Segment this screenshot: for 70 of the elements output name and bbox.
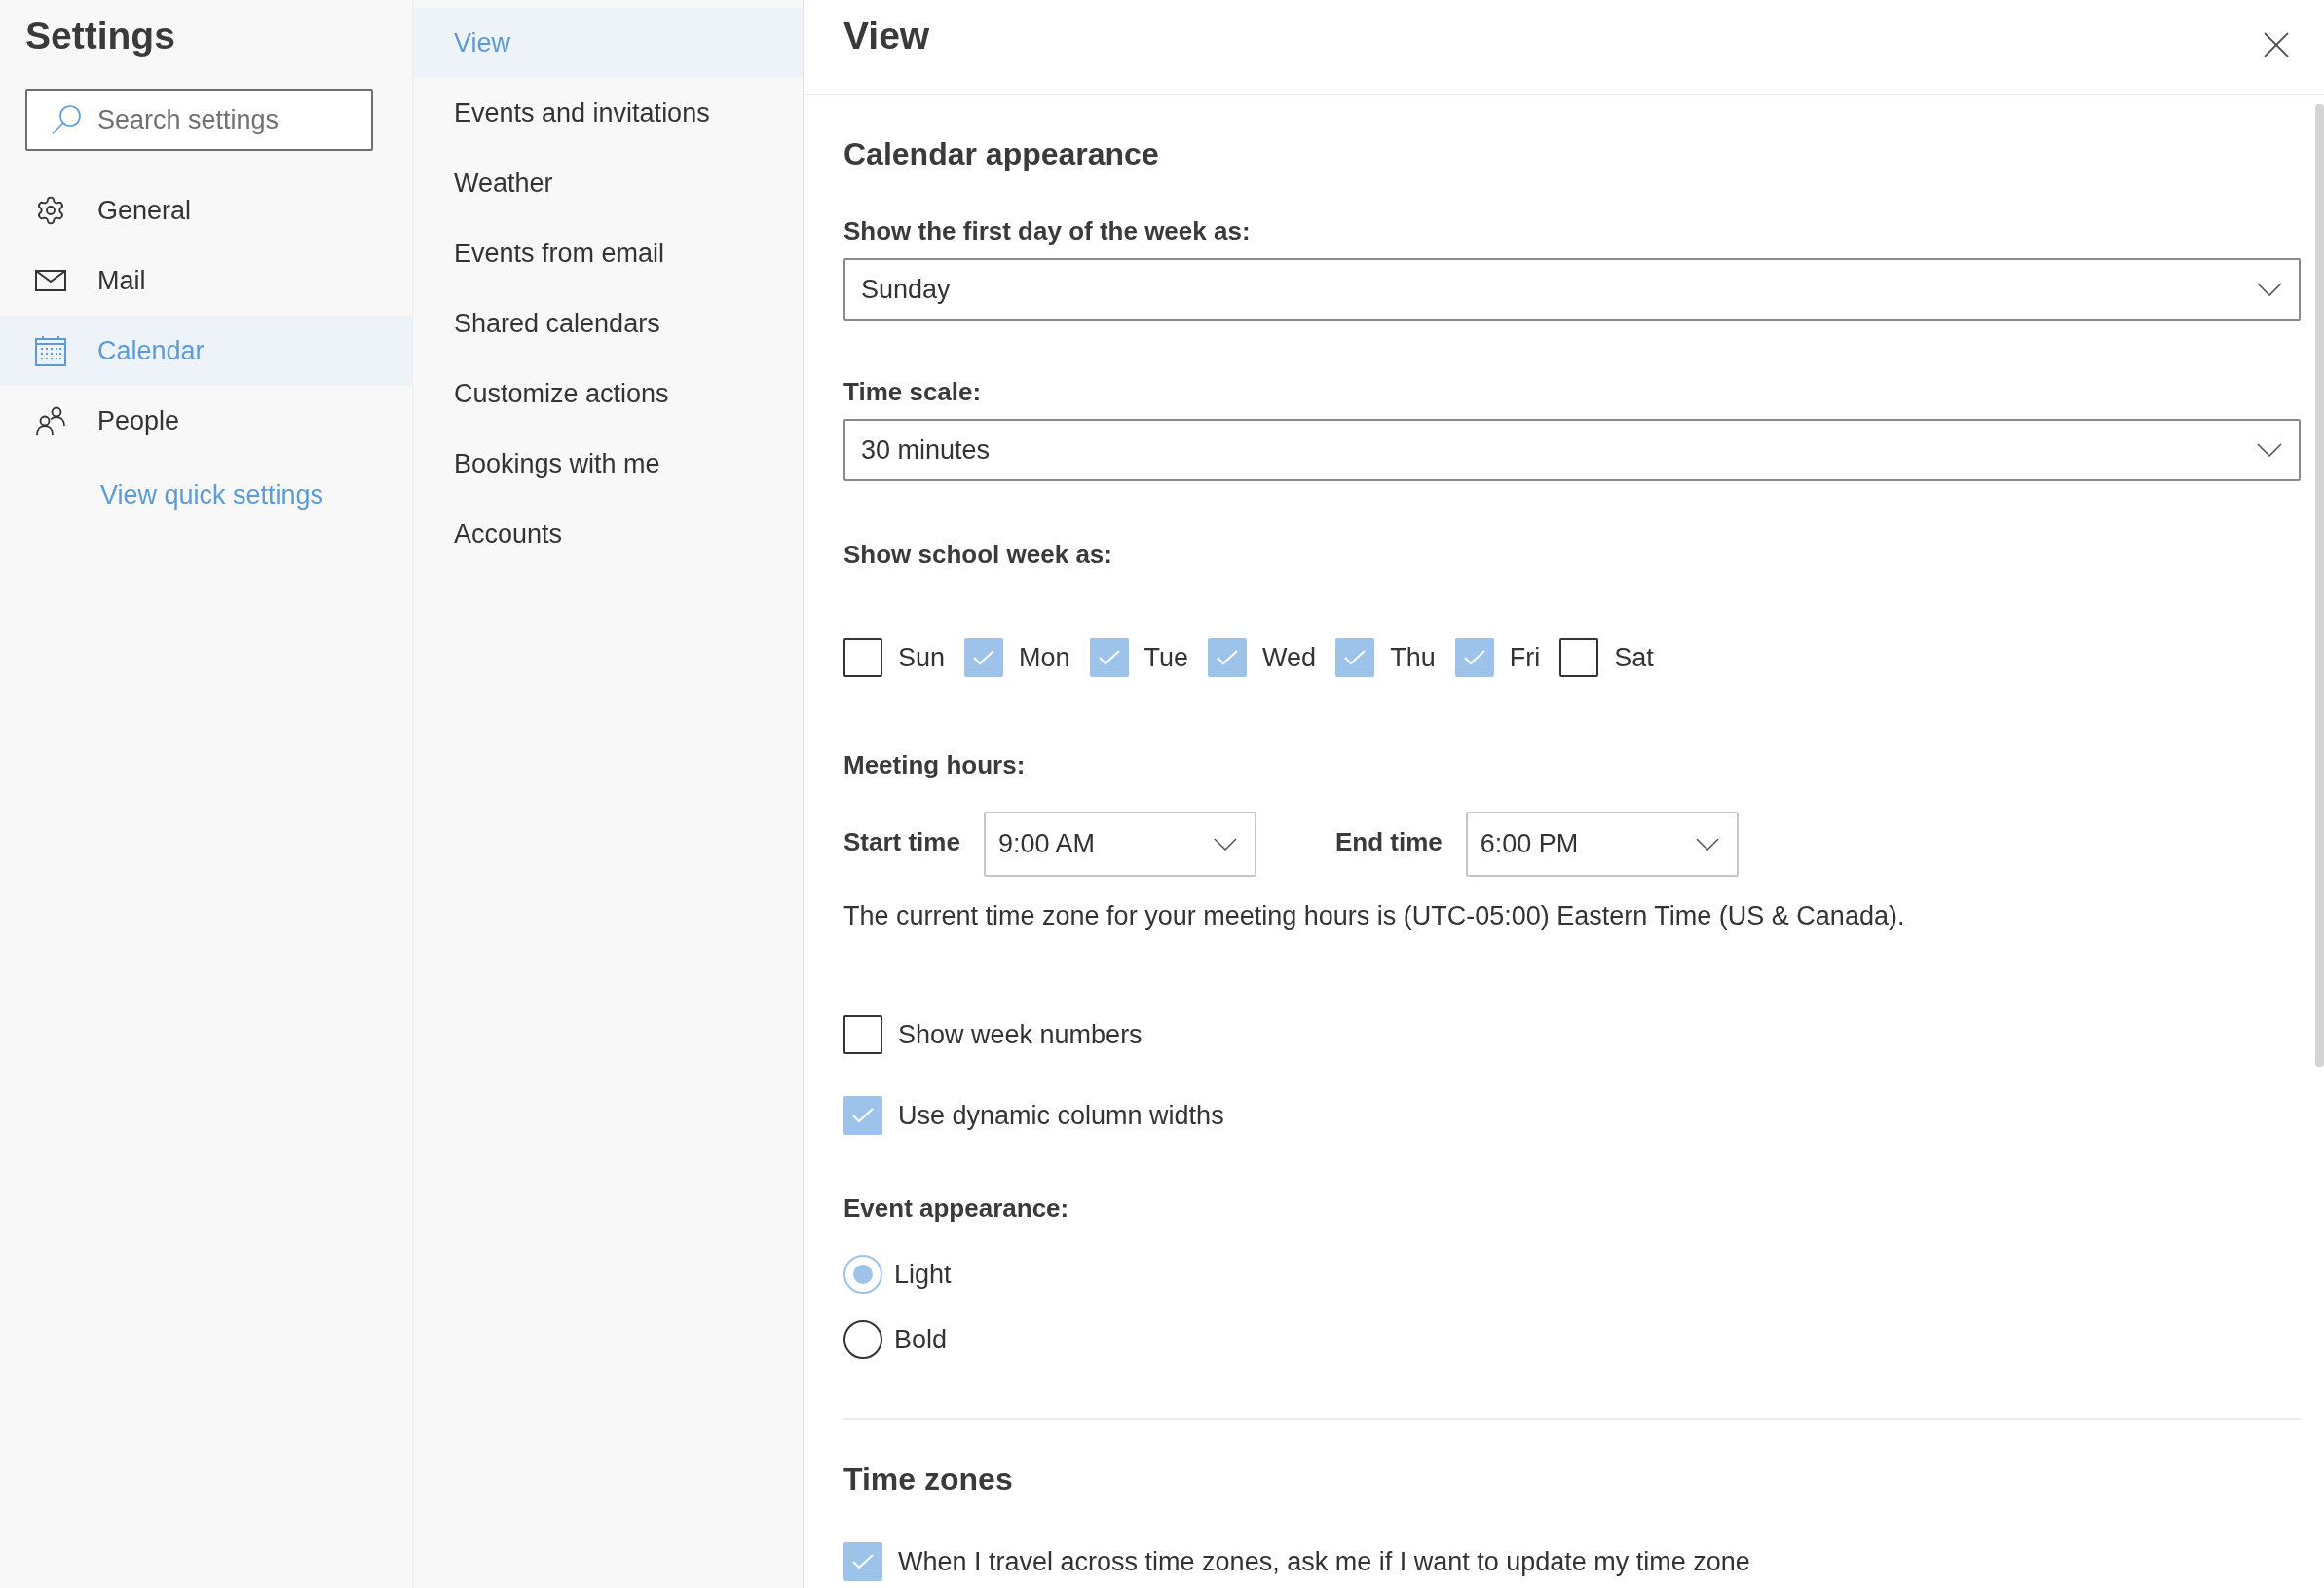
- dropdown[interactable]: 30 minutes: [843, 419, 2301, 481]
- radio-button[interactable]: [843, 1320, 882, 1359]
- check-icon: [852, 1554, 874, 1569]
- chevron-down-icon: [2257, 443, 2282, 457]
- checkbox-label: Thu: [1390, 642, 1436, 674]
- check-icon: [1463, 650, 1485, 665]
- section-heading: Calendar appearance: [843, 135, 1160, 173]
- subnav-item[interactable]: Events from email: [413, 218, 803, 288]
- checkbox[interactable]: [1335, 638, 1375, 677]
- field-label: Time scale:: [843, 376, 983, 408]
- chevron-down-icon: [1695, 838, 1719, 851]
- section-heading: Time zones: [843, 1460, 1014, 1498]
- close-icon: [2264, 32, 2289, 57]
- check-icon: [1098, 650, 1120, 665]
- checkbox[interactable]: [843, 1096, 882, 1135]
- dropdown[interactable]: 9:00 AM: [983, 812, 1256, 877]
- check-icon: [1217, 650, 1239, 665]
- field-label: Show school week as:: [843, 539, 1113, 571]
- time-zone-note: The current time zone for your meeting hours is (UTC-05:00) Eastern Time (US & Canada).: [843, 900, 1906, 932]
- checkbox-label: Sat: [1614, 642, 1654, 674]
- radio-label: Light: [894, 1259, 952, 1291]
- field-label: Event appearance:: [843, 1192, 1070, 1225]
- checkbox[interactable]: [843, 1015, 882, 1054]
- subnav-item[interactable]: Bookings with me: [413, 429, 803, 499]
- check-icon: [973, 650, 995, 665]
- subnav-item[interactable]: Shared calendars: [413, 288, 803, 359]
- check-icon: [852, 1108, 874, 1123]
- checkbox-label: Fri: [1509, 642, 1541, 674]
- checkbox-label: Sun: [898, 642, 946, 674]
- subnav-item[interactable]: Events and invitations: [413, 78, 803, 148]
- subnav-item[interactable]: Customize actions: [413, 359, 803, 429]
- checkbox-label: When I travel across time zones, ask me if I want to update my time zone: [898, 1546, 1750, 1578]
- check-icon: [1344, 650, 1367, 665]
- checkbox[interactable]: [1089, 638, 1129, 677]
- checkbox-label: Mon: [1019, 642, 1070, 674]
- field-label: Meeting hours:: [843, 749, 1027, 781]
- radio-label: Bold: [894, 1324, 948, 1356]
- dropdown[interactable]: 6:00 PM: [1465, 812, 1739, 877]
- sidebar-item[interactable]: People: [0, 386, 412, 456]
- search-icon: [51, 104, 82, 135]
- field-label: Show the first day of the week as:: [843, 215, 1252, 247]
- envelope-icon: [35, 270, 66, 291]
- search-field[interactable]: Search settings: [25, 89, 373, 151]
- close-button[interactable]: [2264, 32, 2289, 57]
- subnav-item[interactable]: Weather: [413, 148, 803, 218]
- checkbox-label: Wed: [1262, 642, 1317, 674]
- field-label: End time: [1334, 825, 1443, 858]
- checkbox[interactable]: [1454, 638, 1494, 677]
- calendar-icon: [35, 335, 66, 366]
- checkbox-label: Use dynamic column widths: [898, 1100, 1224, 1132]
- field-label: Start time: [843, 825, 960, 858]
- scrollbar[interactable]: [2315, 104, 2324, 1067]
- checkbox[interactable]: [1559, 638, 1599, 677]
- sidebar-item[interactable]: Mail: [0, 246, 412, 316]
- dropdown[interactable]: Sunday: [843, 258, 2301, 321]
- chevron-down-icon: [1213, 838, 1237, 851]
- people-icon: [36, 406, 65, 435]
- gear-icon: [35, 195, 66, 226]
- radio-button[interactable]: [843, 1255, 882, 1294]
- checkbox-label: Tue: [1143, 642, 1189, 674]
- checkbox-label: Show week numbers: [898, 1019, 1143, 1051]
- checkbox[interactable]: [843, 1542, 882, 1581]
- panel-title: View: [843, 14, 930, 58]
- checkbox[interactable]: [1208, 638, 1248, 677]
- chevron-down-icon: [2257, 283, 2282, 296]
- settings-title: Settings: [25, 14, 175, 58]
- checkbox[interactable]: [843, 638, 882, 677]
- checkbox[interactable]: [964, 638, 1004, 677]
- sidebar-item[interactable]: General: [0, 175, 412, 246]
- subnav-item[interactable]: Accounts: [413, 499, 803, 569]
